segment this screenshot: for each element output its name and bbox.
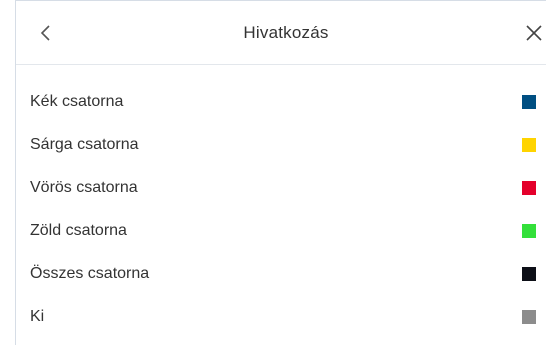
color-swatch [522,223,536,238]
channel-label: Kék csatorna [30,92,124,110]
panel-title: Hivatkozás [243,22,329,42]
close-button[interactable] [522,21,546,45]
channel-label: Zöld csatorna [30,221,127,239]
color-swatch [522,309,536,324]
close-icon [526,25,542,41]
channel-item-yellow[interactable]: Sárga csatorna [16,123,546,166]
channel-label: Vörös csatorna [30,178,138,196]
color-swatch [522,266,536,281]
channel-item-green[interactable]: Zöld csatorna [16,209,546,252]
channel-list: Kék csatorna Sárga csatorna Vörös csator… [16,80,546,338]
color-swatch [522,137,536,152]
channel-item-off[interactable]: Ki [16,295,546,338]
channel-label: Ki [30,307,45,325]
channel-item-blue[interactable]: Kék csatorna [16,80,546,123]
panel-header: Hivatkozás [16,1,546,65]
back-button[interactable] [34,21,58,45]
link-channel-panel: Hivatkozás Kék csatorna Sárga csatorna V… [15,0,546,345]
channel-item-all[interactable]: Összes csatorna [16,252,546,295]
chevron-left-icon [40,25,50,41]
color-swatch [522,94,536,109]
channel-item-red[interactable]: Vörös csatorna [16,166,546,209]
channel-label: Sárga csatorna [30,135,139,153]
color-swatch [522,180,536,195]
channel-label: Összes csatorna [30,264,150,282]
